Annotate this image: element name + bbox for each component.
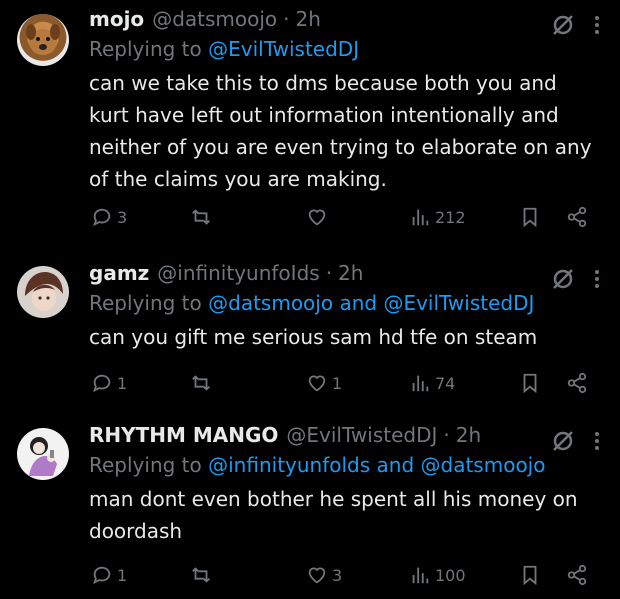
replying-to: Replying to @datsmoojo and @EvilTwistedD… [89, 288, 600, 318]
like-button[interactable]: 3 [306, 560, 342, 590]
grok-icon[interactable] [550, 12, 576, 38]
timestamp[interactable]: 2h [296, 7, 321, 31]
views-button[interactable]: 100 [409, 560, 466, 590]
display-name[interactable]: RHYTHM MANGO [89, 423, 278, 447]
reply-button[interactable]: 1 [91, 560, 127, 590]
separator-dot: · [443, 423, 450, 447]
reply-target-link[interactable]: @EvilTwistedDJ [383, 291, 534, 315]
views-button[interactable]: 74 [409, 368, 455, 398]
bookmark-button[interactable] [519, 368, 541, 398]
reply-icon [93, 374, 111, 393]
reply-icon [93, 566, 111, 585]
repost-button[interactable] [190, 368, 216, 398]
share-button[interactable] [566, 202, 588, 232]
reply-button[interactable]: 1 [91, 368, 127, 398]
more-options-icon[interactable] [594, 430, 600, 452]
replying-prefix: Replying to [89, 37, 209, 61]
avatar[interactable] [17, 14, 69, 66]
anime-avatar-icon [25, 272, 63, 311]
reply-count: 1 [117, 565, 128, 585]
display-name[interactable]: gamz [89, 261, 149, 285]
view-count: 212 [435, 207, 466, 227]
repost-icon [192, 375, 210, 391]
display-name[interactable]: mojo [89, 7, 144, 31]
bookmark-icon [523, 565, 537, 586]
view-count: 74 [435, 373, 456, 393]
reply-target-link[interactable]: @infinityunfolds [208, 453, 370, 477]
user-handle[interactable]: @infinityunfoIds [157, 261, 319, 285]
views-icon [412, 375, 429, 392]
replying-joiner: and [333, 291, 384, 315]
user-handle[interactable]: @datsmoojo [152, 7, 277, 31]
bookmark-icon [523, 207, 537, 228]
separator-dot: · [325, 261, 333, 285]
bookmark-icon [523, 373, 537, 394]
dog-avatar-icon [26, 24, 60, 55]
grok-icon[interactable] [550, 266, 576, 292]
views-icon [412, 209, 429, 226]
tweet-text: can you gift me serious sam hd tfe on st… [89, 325, 538, 349]
share-button[interactable] [566, 560, 588, 590]
tweet-text: man dont even bother he spent all his mo… [89, 487, 578, 543]
repost-icon [192, 209, 210, 225]
reply-target-link[interactable]: @datsmoojo [421, 453, 546, 477]
timestamp[interactable]: 2h [456, 423, 481, 447]
reply-button[interactable]: 3 [91, 202, 127, 232]
reply-count: 1 [117, 373, 128, 393]
replying-joiner: and [370, 453, 421, 477]
heart-icon [308, 375, 326, 392]
repost-button[interactable] [190, 202, 216, 232]
avatar[interactable] [17, 428, 69, 480]
reply-target-link[interactable]: @EvilTwistedDJ [208, 37, 359, 61]
user-handle[interactable]: @EvilTwistedDJ [286, 423, 437, 447]
views-icon [412, 567, 429, 584]
replying-prefix: Replying to [89, 291, 209, 315]
like-button[interactable]: 1 [306, 368, 342, 398]
bookmark-button[interactable] [519, 202, 541, 232]
view-count: 100 [435, 565, 466, 585]
repost-icon [192, 567, 210, 583]
more-options-icon[interactable] [594, 14, 600, 36]
replying-to: Replying to @EvilTwistedDJ [89, 34, 600, 64]
heart-icon [308, 567, 326, 584]
grok-icon[interactable] [550, 428, 576, 454]
separator-dot: · [283, 7, 290, 31]
timestamp[interactable]: 2h [338, 261, 363, 285]
reply-count: 3 [117, 207, 128, 227]
like-count: 3 [332, 565, 343, 585]
share-icon [567, 372, 587, 394]
heart-icon [308, 209, 326, 226]
bookmark-button[interactable] [519, 560, 541, 590]
tweet-text: can we take this to dms because both you… [89, 71, 592, 191]
replying-to: Replying to @infinityunfolds and @datsmo… [89, 450, 600, 480]
more-options-icon[interactable] [594, 268, 600, 290]
repost-button[interactable] [190, 560, 216, 590]
like-button[interactable] [306, 202, 332, 232]
like-count: 1 [332, 373, 343, 393]
share-icon [567, 564, 587, 586]
share-button[interactable] [566, 368, 588, 398]
reply-icon [93, 208, 111, 227]
views-button[interactable]: 212 [409, 202, 466, 232]
avatar[interactable] [17, 266, 69, 318]
share-icon [567, 206, 587, 228]
reply-target-link[interactable]: @datsmoojo [208, 291, 333, 315]
replying-prefix: Replying to [89, 453, 209, 477]
character-avatar-icon [29, 437, 57, 476]
